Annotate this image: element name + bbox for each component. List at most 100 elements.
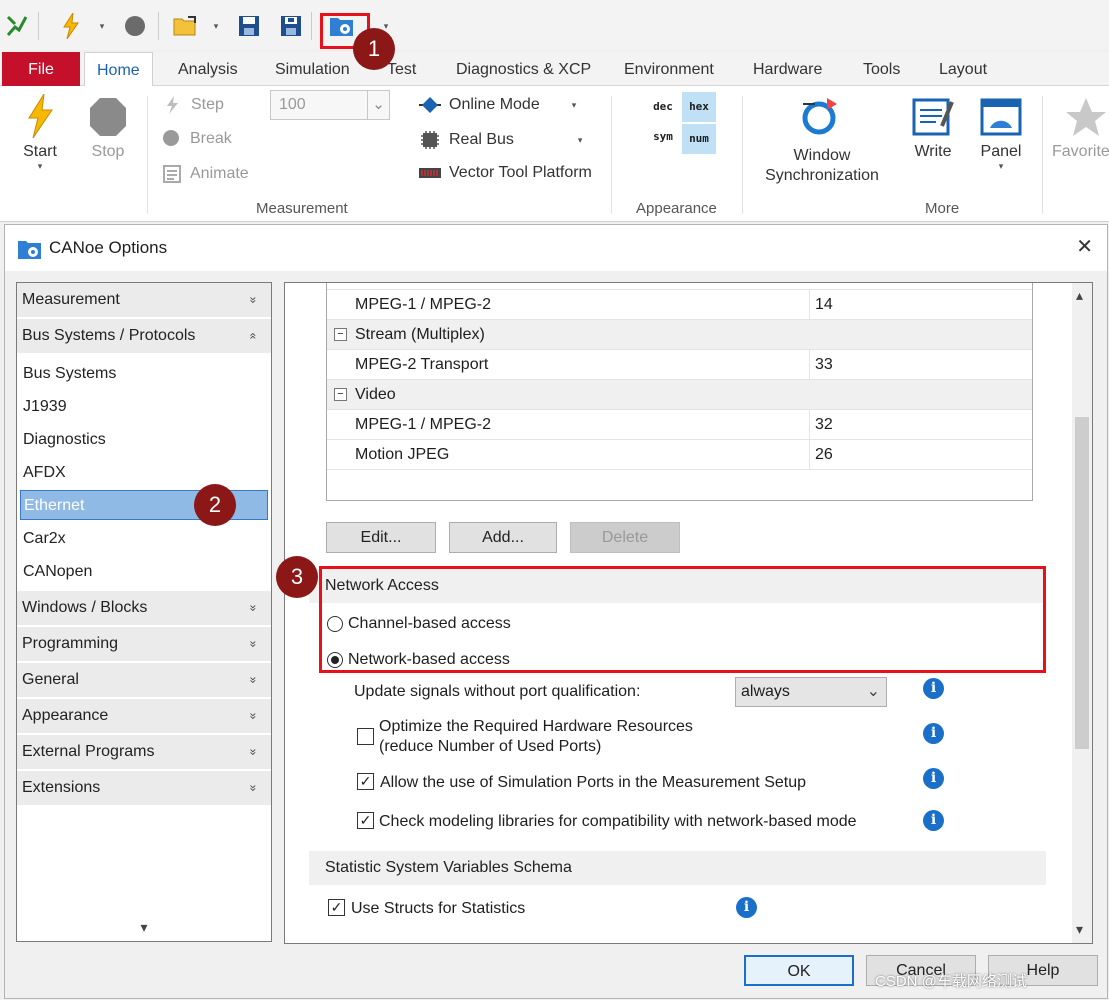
nav-section-bus-systems-protocols[interactable]: Bus Systems / Protocols « [17, 319, 271, 353]
collapse-icon[interactable]: − [334, 388, 347, 401]
table-row[interactable]: MPEG-1 / MPEG-2 32 [327, 410, 1032, 440]
chevron-down-icon[interactable]: ▾ [96, 12, 108, 40]
animate-button[interactable]: Animate [162, 164, 249, 184]
start-button[interactable]: Start ▾ [14, 93, 66, 172]
info-icon[interactable]: i [923, 810, 944, 831]
tab-diagnostics-xcp[interactable]: Diagnostics & XCP [456, 52, 591, 86]
info-icon[interactable]: i [736, 897, 757, 918]
measurement-group-label: Measurement [256, 200, 348, 217]
dec-toggle[interactable]: dec [646, 96, 680, 126]
online-mode-label: Online Mode [449, 96, 540, 113]
lightning-icon[interactable] [58, 12, 84, 40]
table-row[interactable]: MPEG-1 / MPEG-2 14 [327, 290, 1032, 320]
vector-tool-platform-button[interactable]: Vector Tool Platform [419, 164, 592, 182]
nav-section-label: Appearance [22, 707, 109, 724]
nav-item-bus-systems[interactable]: Bus Systems [17, 359, 271, 389]
window-synchronization-button[interactable]: Window Synchronization [760, 94, 884, 186]
tab-hardware[interactable]: Hardware [753, 52, 822, 86]
nav-section-windows-blocks[interactable]: Windows / Blocks » [17, 591, 271, 625]
add-button[interactable]: Add... [449, 522, 557, 553]
tab-analysis[interactable]: Analysis [178, 52, 238, 86]
real-bus-icon [421, 131, 439, 149]
ribbon-tab-bar: File Home Analysis Simulation Test Diagn… [0, 52, 1109, 87]
tab-environment[interactable]: Environment [624, 52, 714, 86]
info-icon[interactable]: i [923, 768, 944, 789]
chevron-down-icon[interactable]: ▾ [210, 12, 222, 40]
break-button[interactable]: Break [162, 129, 232, 149]
edit-button[interactable]: Edit... [326, 522, 436, 553]
lightning-icon [28, 93, 53, 139]
close-icon[interactable]: ✕ [1076, 234, 1093, 259]
favorites-label: Favorite [1052, 143, 1109, 160]
nav-scroll-down-icon[interactable]: ▾ [17, 919, 271, 941]
info-icon[interactable]: i [923, 723, 944, 744]
expand-icon: » [246, 784, 261, 792]
tab-file[interactable]: File [2, 52, 80, 86]
nav-item-j1939[interactable]: J1939 [17, 392, 271, 422]
allow-simulation-ports-checkbox[interactable]: ✓ [357, 773, 374, 790]
statistic-schema-heading: Statistic System Variables Schema [309, 851, 1046, 885]
save-icon[interactable] [236, 12, 262, 40]
save-as-icon[interactable] [278, 12, 304, 40]
scrollbar-thumb[interactable] [1075, 417, 1089, 749]
collapse-icon[interactable]: − [334, 328, 347, 341]
nav-item-car2x[interactable]: Car2x [17, 524, 271, 554]
stop-icon[interactable] [122, 12, 148, 40]
update-signals-select[interactable]: always ⌄ [735, 677, 887, 707]
nav-section-label: Measurement [22, 291, 120, 308]
panel-button[interactable]: Panel ▾ [974, 96, 1028, 172]
step-button[interactable]: Step [163, 95, 224, 115]
use-structs-label: Use Structs for Statistics [351, 900, 526, 917]
scroll-up-icon[interactable]: ▴ [1076, 287, 1083, 304]
nav-section-general[interactable]: General » [17, 663, 271, 697]
tab-simulation[interactable]: Simulation [275, 52, 350, 86]
nav-section-programming[interactable]: Programming » [17, 627, 271, 661]
nav-item-canopen[interactable]: CANopen [17, 557, 271, 587]
chevron-down-icon[interactable]: ⌄ [367, 91, 389, 119]
stop-button[interactable]: Stop [84, 96, 132, 161]
step-count-combobox[interactable]: 100 ⌄ [270, 90, 390, 120]
optimize-hardware-label-2: (reduce Number of Used Ports) [379, 738, 602, 755]
table-group-row[interactable]: − Stream (Multiplex) [327, 320, 1032, 350]
animate-label: Animate [190, 165, 249, 182]
expand-icon: » [246, 712, 261, 720]
table-row[interactable]: Motion JPEG 26 [327, 440, 1032, 470]
write-button[interactable]: Write [905, 96, 961, 161]
tab-home[interactable]: Home [84, 52, 153, 87]
favorites-button[interactable]: Favorite [1052, 96, 1109, 161]
nav-item-afdx[interactable]: AFDX [17, 458, 271, 488]
nav-section-external-programs[interactable]: External Programs » [17, 735, 271, 769]
ok-button[interactable]: OK [744, 955, 854, 986]
table-group-row[interactable]: − Video [327, 380, 1032, 410]
delete-button[interactable]: Delete [570, 522, 680, 553]
hex-toggle[interactable]: hex [682, 92, 716, 122]
break-label: Break [190, 130, 232, 147]
nav-section-appearance[interactable]: Appearance » [17, 699, 271, 733]
num-toggle[interactable]: num [682, 124, 716, 154]
toolbar-separator [311, 12, 312, 40]
online-mode-button[interactable]: Online Mode ▾ [419, 95, 576, 115]
optimize-hardware-checkbox[interactable] [357, 728, 374, 745]
table-row[interactable]: MPEG-2 Transport 33 [327, 350, 1032, 380]
vector-tool-platform-icon [419, 168, 441, 178]
ribbon-separator [742, 96, 743, 214]
info-icon[interactable]: i [923, 678, 944, 699]
vertical-scrollbar[interactable]: ▴ ▾ [1072, 283, 1092, 943]
check-modeling-libraries-checkbox[interactable]: ✓ [357, 812, 374, 829]
sym-toggle[interactable]: sym [646, 126, 680, 156]
tab-tools[interactable]: Tools [863, 52, 900, 86]
nav-item-diagnostics[interactable]: Diagnostics [17, 425, 271, 455]
nav-section-extensions[interactable]: Extensions » [17, 771, 271, 805]
real-bus-button[interactable]: Real Bus ▾ [419, 129, 582, 151]
dialog-title: CANoe Options [49, 238, 168, 257]
tab-layout[interactable]: Layout [939, 52, 987, 86]
allow-simulation-ports-label: Allow the use of Simulation Ports in the… [380, 774, 806, 791]
nav-section-measurement[interactable]: Measurement » [17, 283, 271, 317]
run-icon[interactable] [4, 12, 30, 40]
open-folder-icon[interactable] [172, 12, 200, 40]
quick-access-toolbar: ▾ ▾ ▾ [0, 0, 1109, 50]
nav-section-label: External Programs [22, 743, 155, 760]
scroll-down-icon[interactable]: ▾ [1076, 921, 1083, 938]
use-structs-checkbox[interactable]: ✓ [328, 899, 345, 916]
step-badge: 3 [276, 556, 318, 598]
